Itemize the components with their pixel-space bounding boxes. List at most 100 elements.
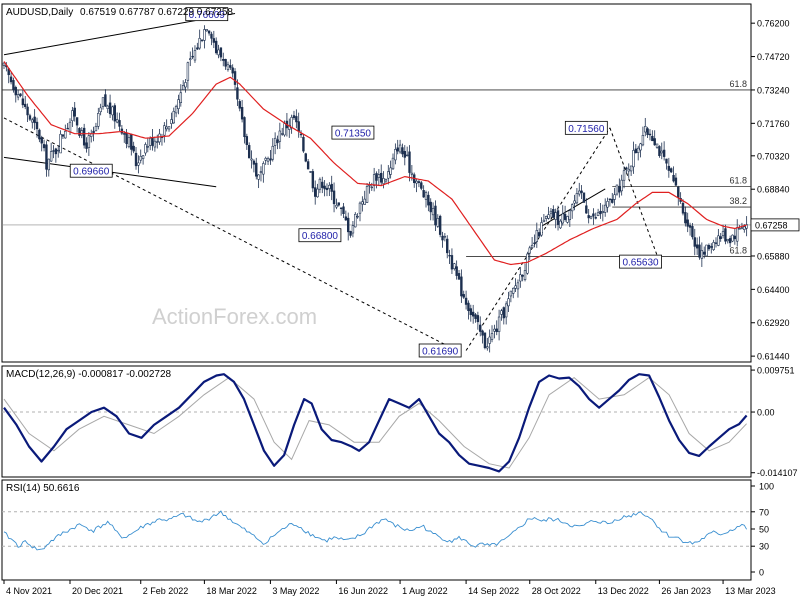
- candle-body: [78, 128, 81, 136]
- candle-body: [210, 33, 213, 39]
- candle-body: [314, 187, 317, 197]
- candle-body: [502, 307, 506, 319]
- candle-body: [66, 127, 69, 130]
- candle-body: [243, 117, 246, 138]
- candle-body: [561, 213, 564, 224]
- candle-body: [31, 119, 34, 123]
- candle-body: [240, 107, 244, 120]
- candle-body: [592, 213, 595, 217]
- x-tick-label: 2 Feb 2022: [143, 586, 189, 596]
- candle-body: [493, 328, 496, 332]
- fibo-level-label: 61.8: [729, 175, 747, 185]
- candle-body: [165, 126, 168, 130]
- candle-body: [271, 145, 274, 160]
- candle-body: [125, 132, 128, 145]
- candle-body: [410, 172, 414, 175]
- candle-body: [257, 174, 260, 180]
- rsi-y-tick-label: 100: [759, 482, 774, 492]
- x-axis: 4 Nov 2021 20 Dec 2021 2 Feb 2022 18 Mar 20…: [3, 580, 776, 596]
- candle-body: [276, 139, 279, 144]
- fibo-level-label: 61.8: [729, 79, 747, 89]
- candle-body: [693, 237, 696, 247]
- candle-body: [297, 121, 300, 132]
- candle-body: [691, 226, 694, 238]
- rsi-line: [3, 510, 747, 551]
- candle-body: [45, 144, 48, 170]
- candle-body: [686, 219, 689, 227]
- candle-body: [580, 190, 583, 193]
- candle-body: [302, 136, 305, 152]
- rsi-panel: RSI(14) 50.6616 100 70 50 30 0: [1, 479, 774, 581]
- price-panel: 0.76200 0.74720 0.73240 0.71760 0.70320 0.688…: [1, 3, 800, 363]
- candle-body: [535, 230, 539, 242]
- candle-body: [316, 188, 319, 198]
- candle-body: [335, 204, 338, 208]
- candle-body: [717, 235, 720, 246]
- candle-body: [719, 236, 722, 239]
- candle-body: [646, 128, 649, 135]
- candle-body: [177, 99, 180, 109]
- candle-body: [599, 210, 602, 215]
- candle-body: [330, 183, 333, 192]
- candle-body: [618, 186, 621, 193]
- candle-body: [436, 218, 439, 227]
- rsi-y-tick-label: 30: [759, 542, 769, 552]
- candle-body: [424, 192, 428, 200]
- candle-body: [662, 149, 666, 157]
- candle-body: [438, 215, 442, 235]
- candle-body: [196, 47, 199, 50]
- candle-body: [189, 58, 192, 61]
- candle-body: [441, 235, 444, 241]
- candle-body: [219, 47, 223, 58]
- candle-body: [252, 160, 256, 165]
- candle-body: [68, 121, 72, 133]
- candle-body: [549, 210, 553, 214]
- current-price-label: 0.67258: [755, 220, 788, 230]
- candle-body: [354, 213, 357, 228]
- x-tick-label: 16 Jun 2022: [338, 586, 388, 596]
- candle-body: [191, 55, 194, 58]
- symbol-label: AUDUSD,Daily: [6, 7, 73, 18]
- candle-body: [497, 316, 501, 332]
- candle-body: [481, 330, 484, 336]
- candle-body: [476, 315, 480, 323]
- candle-body: [450, 255, 454, 270]
- candle-body: [264, 157, 267, 161]
- candle-body: [283, 123, 286, 136]
- candle-body: [712, 242, 715, 250]
- price-annotation: 0.71560: [564, 120, 608, 135]
- price-annotation: 0.66800: [298, 228, 342, 242]
- candle-body: [306, 161, 310, 170]
- candle-body: [672, 174, 675, 182]
- candle-body: [14, 87, 17, 96]
- candle-body: [740, 227, 744, 229]
- candle-body: [108, 102, 112, 115]
- candle-body: [85, 142, 88, 149]
- candle-body: [203, 29, 206, 41]
- candle-body: [632, 150, 635, 168]
- candle-body: [636, 147, 640, 153]
- candle-body: [495, 328, 498, 333]
- price-y-tick-label: 0.70320: [757, 151, 790, 161]
- candle-body: [500, 310, 503, 315]
- candle-body: [247, 145, 251, 159]
- candle-body: [556, 210, 560, 225]
- price-annotation: 0.69660: [69, 163, 113, 178]
- candle-body: [97, 113, 100, 127]
- candle-body: [677, 186, 680, 198]
- macd-line: [3, 373, 748, 473]
- candle-body: [521, 274, 524, 277]
- candle-body: [736, 227, 739, 242]
- price-y-tick-label: 0.71760: [757, 119, 790, 129]
- chart-title: AUDUSD,Daily 0.67519 0.67787 0.67229 0.6…: [6, 7, 233, 18]
- candle-body: [523, 270, 527, 280]
- candle-body: [457, 273, 461, 280]
- candle-body: [365, 186, 369, 203]
- candle-body: [19, 93, 22, 96]
- candle-body: [703, 251, 706, 255]
- candle-body: [528, 247, 531, 254]
- candle-body: [28, 115, 32, 120]
- candle-body: [323, 185, 326, 190]
- candle-body: [620, 179, 623, 192]
- candle-body: [184, 82, 187, 88]
